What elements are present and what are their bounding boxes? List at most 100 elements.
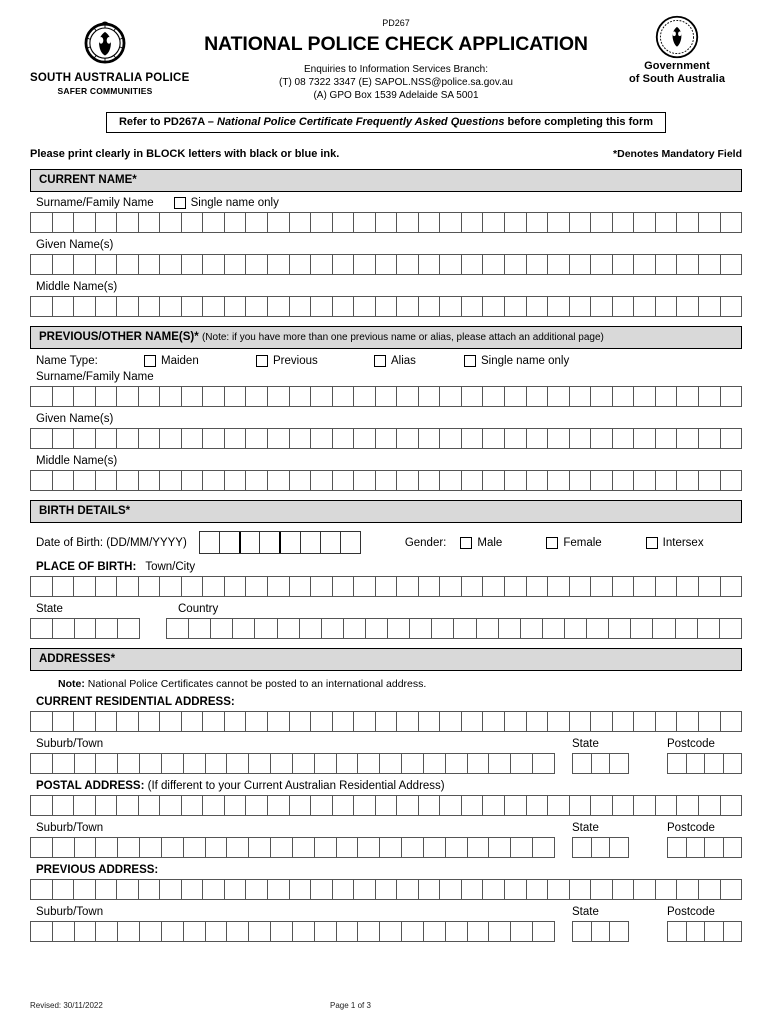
character-box[interactable]: [290, 387, 312, 406]
character-box[interactable]: [677, 213, 699, 232]
character-box[interactable]: [419, 471, 441, 490]
character-box[interactable]: [402, 922, 424, 941]
character-box[interactable]: [139, 577, 161, 596]
previous-state-input[interactable]: [572, 921, 630, 942]
character-box[interactable]: [271, 922, 293, 941]
character-box[interactable]: [311, 796, 333, 815]
character-box[interactable]: [290, 577, 312, 596]
character-box[interactable]: [184, 922, 206, 941]
character-box[interactable]: [341, 532, 361, 553]
character-box[interactable]: [118, 922, 141, 941]
character-box[interactable]: [53, 577, 75, 596]
character-box[interactable]: [462, 712, 484, 731]
character-box[interactable]: [203, 255, 225, 274]
character-box[interactable]: [419, 387, 441, 406]
character-box[interactable]: [570, 297, 592, 316]
character-box[interactable]: [591, 213, 613, 232]
character-box[interactable]: [311, 429, 333, 448]
character-box[interactable]: [440, 297, 462, 316]
character-box[interactable]: [609, 619, 632, 638]
character-box[interactable]: [182, 471, 204, 490]
character-box[interactable]: [699, 577, 721, 596]
character-box[interactable]: [117, 429, 139, 448]
character-box[interactable]: [278, 619, 300, 638]
character-box[interactable]: [634, 712, 656, 731]
character-box[interactable]: [268, 471, 290, 490]
character-box[interactable]: [440, 213, 462, 232]
character-box[interactable]: [613, 429, 635, 448]
character-box[interactable]: [333, 712, 355, 731]
character-box[interactable]: [721, 796, 743, 815]
character-box[interactable]: [281, 532, 302, 553]
character-box[interactable]: [656, 213, 678, 232]
character-box[interactable]: [548, 796, 570, 815]
character-box[interactable]: [380, 754, 403, 773]
character-box[interactable]: [570, 796, 592, 815]
character-box[interactable]: [74, 880, 96, 899]
character-box[interactable]: [676, 619, 698, 638]
character-box[interactable]: [573, 838, 592, 857]
character-box[interactable]: [699, 471, 721, 490]
character-box[interactable]: [160, 471, 182, 490]
character-box[interactable]: [462, 255, 484, 274]
character-box[interactable]: [31, 838, 53, 857]
character-box[interactable]: [419, 213, 441, 232]
character-box[interactable]: [118, 619, 140, 638]
character-box[interactable]: [446, 754, 468, 773]
character-box[interactable]: [184, 754, 206, 773]
character-box[interactable]: [432, 619, 455, 638]
character-box[interactable]: [31, 922, 53, 941]
character-box[interactable]: [227, 754, 250, 773]
character-box[interactable]: [225, 213, 247, 232]
character-box[interactable]: [271, 754, 293, 773]
character-box[interactable]: [656, 297, 678, 316]
character-box[interactable]: [721, 880, 743, 899]
character-box[interactable]: [290, 429, 312, 448]
character-box[interactable]: [591, 880, 613, 899]
character-box[interactable]: [162, 754, 184, 773]
character-box[interactable]: [570, 213, 592, 232]
character-box[interactable]: [31, 255, 53, 274]
character-box[interactable]: [268, 796, 290, 815]
character-box[interactable]: [720, 619, 742, 638]
character-box[interactable]: [613, 880, 635, 899]
character-box[interactable]: [225, 880, 247, 899]
character-box[interactable]: [315, 754, 337, 773]
character-box[interactable]: [311, 471, 333, 490]
character-box[interactable]: [705, 838, 724, 857]
character-box[interactable]: [376, 577, 398, 596]
character-box[interactable]: [96, 922, 119, 941]
character-box[interactable]: [203, 880, 225, 899]
character-box[interactable]: [380, 838, 403, 857]
character-box[interactable]: [613, 297, 635, 316]
character-box[interactable]: [246, 429, 269, 448]
character-box[interactable]: [53, 387, 75, 406]
character-box[interactable]: [699, 387, 721, 406]
character-box[interactable]: [74, 471, 96, 490]
character-box[interactable]: [290, 796, 312, 815]
character-box[interactable]: [592, 754, 611, 773]
character-box[interactable]: [570, 471, 592, 490]
character-box[interactable]: [53, 471, 75, 490]
character-box[interactable]: [74, 577, 96, 596]
character-box[interactable]: [290, 880, 312, 899]
character-box[interactable]: [358, 838, 381, 857]
character-box[interactable]: [225, 297, 247, 316]
previous-address-input[interactable]: [30, 879, 743, 900]
character-box[interactable]: [268, 255, 290, 274]
character-box[interactable]: [96, 297, 118, 316]
character-box[interactable]: [656, 796, 678, 815]
character-box[interactable]: [419, 429, 441, 448]
character-box[interactable]: [613, 471, 635, 490]
character-box[interactable]: [182, 213, 204, 232]
character-box[interactable]: [462, 297, 484, 316]
character-box[interactable]: [397, 880, 419, 899]
character-box[interactable]: [162, 922, 184, 941]
character-box[interactable]: [354, 880, 376, 899]
character-box[interactable]: [203, 387, 225, 406]
character-box[interactable]: [246, 712, 269, 731]
character-box[interactable]: [721, 297, 743, 316]
character-box[interactable]: [527, 471, 549, 490]
character-box[interactable]: [656, 471, 678, 490]
character-box[interactable]: [139, 297, 161, 316]
